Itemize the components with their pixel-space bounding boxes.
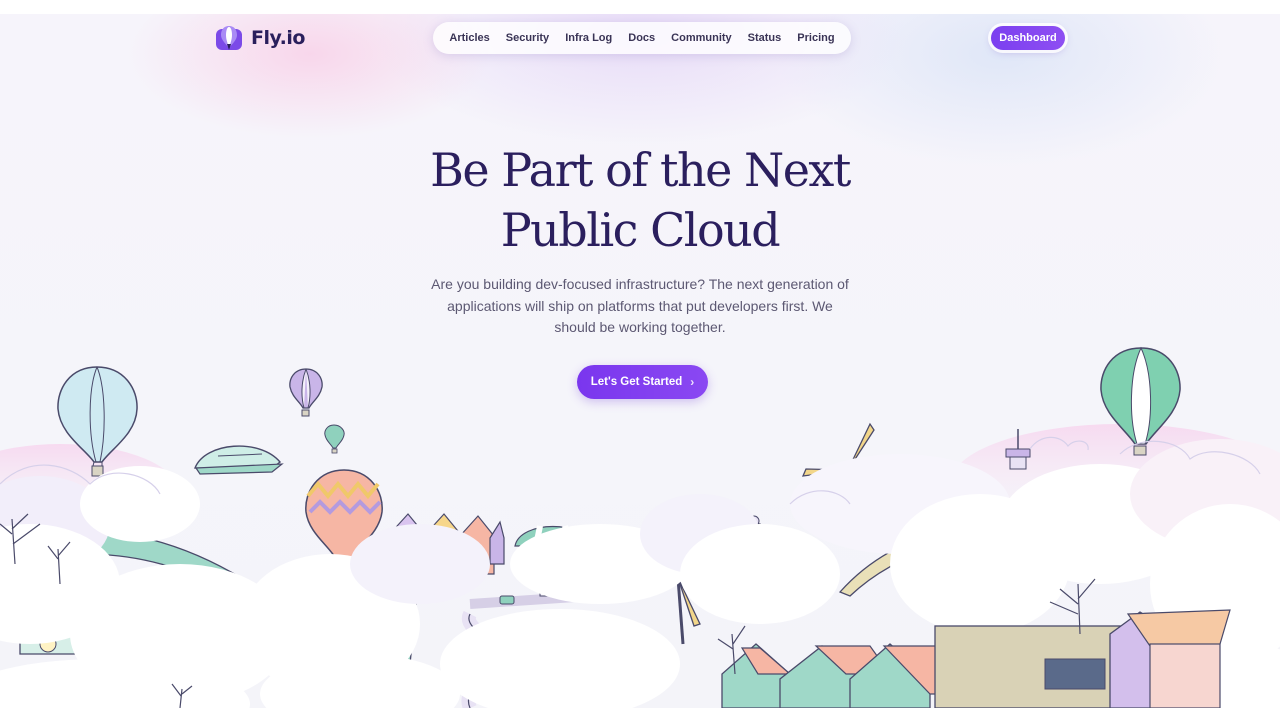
bottom-strip (0, 708, 1280, 720)
nav-item-infra-log[interactable]: Infra Log (557, 32, 620, 44)
hero-title: Be Part of the Next Public Cloud (340, 140, 940, 260)
brand-logo[interactable]: Fly.io (215, 25, 305, 51)
hero-title-line-1: Be Part of the Next (430, 143, 851, 197)
nav-item-docs[interactable]: Docs (620, 32, 663, 44)
fly-balloon-logo-icon (216, 26, 242, 50)
dashboard-button[interactable]: Dashboard (991, 26, 1065, 50)
page-container: Fly.io Articles Security Infra Log Docs … (0, 14, 1280, 708)
nav-item-community[interactable]: Community (663, 32, 740, 44)
nav-item-status[interactable]: Status (740, 32, 790, 44)
nav-item-articles[interactable]: Articles (441, 32, 497, 44)
airship (193, 445, 284, 475)
hot-air-balloon-teal-tiny (324, 424, 345, 454)
brand-name: Fly.io (251, 27, 305, 49)
nav-item-pricing[interactable]: Pricing (789, 32, 842, 44)
hot-air-balloon-purple-small (289, 368, 323, 417)
hero-subtitle: Are you building dev-focused infrastruct… (431, 276, 849, 335)
cloud-city-illustration (0, 346, 1280, 708)
hero-title-line-2: Public Cloud (500, 203, 781, 257)
main-nav: Articles Security Infra Log Docs Communi… (433, 22, 851, 54)
nav-item-security[interactable]: Security (498, 32, 557, 44)
